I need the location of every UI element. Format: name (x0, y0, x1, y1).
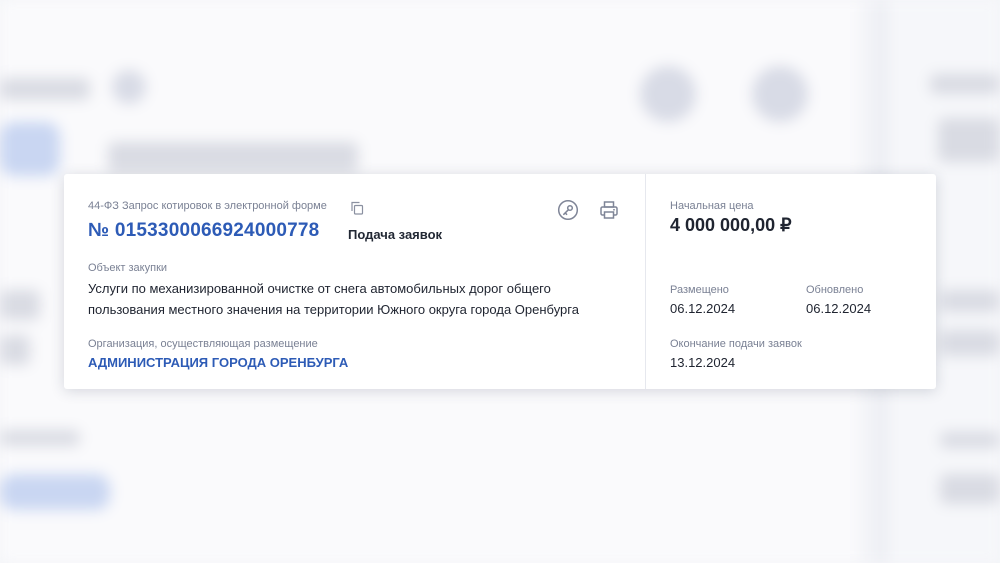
start-price: 4 000 000,00 ₽ (670, 215, 792, 235)
background-block (930, 74, 1000, 94)
law-type-label: 44-ФЗ Запрос котировок в электронной фор… (88, 200, 327, 212)
background-block (938, 118, 1000, 162)
background-block (940, 474, 1000, 504)
background-badge (0, 122, 60, 176)
purchase-number-link[interactable]: № 0153300066924000778 (88, 220, 319, 242)
key-icon[interactable] (557, 199, 579, 221)
background-block (940, 290, 1000, 312)
updated-label: Обновлено (806, 284, 864, 296)
background-badge (0, 474, 110, 510)
organization-link[interactable]: АДМИНИСТРАЦИЯ ГОРОДА ОРЕНБУРГА (88, 355, 348, 370)
end-date: 13.12.2024 (670, 355, 736, 370)
organization-label: Организация, осуществляющая размещение (88, 338, 318, 350)
background-circle (752, 66, 808, 122)
print-icon[interactable] (598, 199, 620, 221)
purchase-card: 44-ФЗ Запрос котировок в электронной фор… (64, 174, 936, 389)
background-block (0, 78, 90, 100)
background-block (0, 290, 40, 320)
stage-status: Подача заявок (348, 227, 443, 242)
background-block (940, 432, 1000, 448)
copy-icon[interactable] (350, 201, 364, 215)
purchase-main-section: 44-ФЗ Запрос котировок в электронной фор… (64, 174, 645, 389)
end-date-label: Окончание подачи заявок (670, 338, 802, 350)
purchase-info-section: Начальная цена 4 000 000,00 ₽ Размещено … (646, 174, 936, 389)
background-title (108, 142, 358, 172)
background-block (0, 430, 80, 446)
background-circle (112, 70, 146, 104)
background-block (940, 330, 1000, 356)
object-description: Услуги по механизированной очистке от сн… (88, 281, 579, 317)
placed-label: Размещено (670, 284, 729, 296)
object-label: Объект закупки (88, 262, 168, 274)
background-circle (640, 66, 696, 122)
background-block (0, 335, 30, 365)
updated-date: 06.12.2024 (806, 301, 872, 316)
placed-date: 06.12.2024 (670, 301, 736, 316)
price-label: Начальная цена (670, 200, 754, 212)
